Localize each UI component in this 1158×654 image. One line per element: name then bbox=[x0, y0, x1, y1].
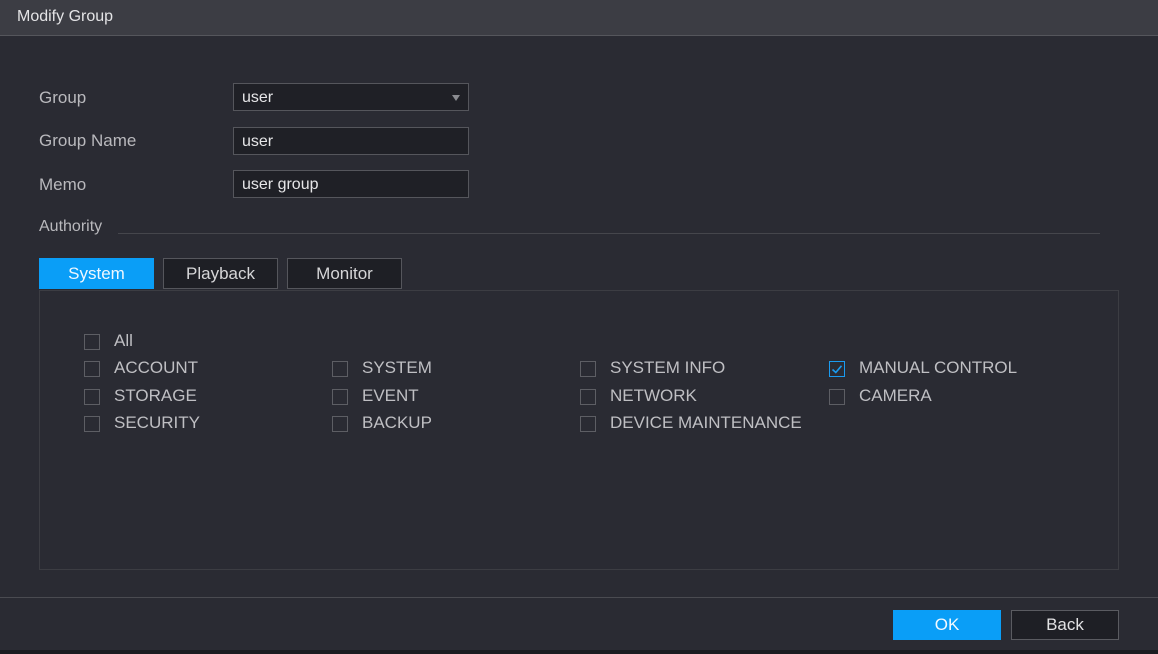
checkbox-label: NETWORK bbox=[610, 386, 697, 405]
checkbox-label: DEVICE MAINTENANCE bbox=[610, 413, 802, 432]
modify-group-dialog: Modify Group Group user Group Name user … bbox=[0, 0, 1158, 654]
checkbox-box[interactable] bbox=[84, 416, 100, 432]
ok-button[interactable]: OK bbox=[893, 610, 1001, 640]
checkbox-label: SECURITY bbox=[114, 413, 200, 432]
checkbox-label: SYSTEM bbox=[362, 358, 432, 377]
checkbox-box[interactable] bbox=[84, 389, 100, 405]
dialog-titlebar: Modify Group bbox=[0, 0, 1158, 36]
group-name-value: user bbox=[242, 133, 274, 150]
checkbox-label: All bbox=[114, 331, 133, 350]
group-name-label: Group Name bbox=[39, 131, 137, 150]
checkbox-label: SYSTEM INFO bbox=[610, 358, 726, 377]
group-name-field[interactable]: user bbox=[233, 127, 469, 155]
checkbox-box-checked[interactable] bbox=[829, 361, 845, 377]
checkbox-label: ACCOUNT bbox=[114, 358, 199, 377]
checkbox-box[interactable] bbox=[332, 361, 348, 377]
checkmark-icon bbox=[831, 365, 843, 374]
memo-value: user group bbox=[242, 176, 319, 193]
group-label: Group bbox=[39, 88, 87, 107]
group-select[interactable]: user bbox=[233, 83, 469, 111]
authority-label: Authority bbox=[39, 218, 103, 235]
checkbox-box[interactable] bbox=[84, 361, 100, 377]
checkbox-label: MANUAL CONTROL bbox=[859, 358, 1018, 377]
checkbox-label: EVENT bbox=[362, 386, 419, 405]
tab-playback[interactable]: Playback bbox=[163, 258, 278, 289]
footer-divider bbox=[0, 597, 1158, 598]
back-button[interactable]: Back bbox=[1011, 610, 1119, 640]
checkbox-box[interactable] bbox=[829, 389, 845, 405]
bottom-strip bbox=[0, 650, 1158, 654]
tab-monitor[interactable]: Monitor bbox=[287, 258, 402, 289]
checkbox-box[interactable] bbox=[332, 416, 348, 432]
dialog-title: Modify Group bbox=[17, 8, 114, 25]
checkbox-box[interactable] bbox=[84, 334, 100, 350]
checkbox-box[interactable] bbox=[580, 416, 596, 432]
group-select-value: user bbox=[242, 89, 274, 106]
checkbox-box[interactable] bbox=[580, 389, 596, 405]
permissions-panel bbox=[39, 290, 1119, 570]
chevron-down-icon bbox=[452, 95, 460, 101]
tab-system[interactable]: System bbox=[39, 258, 154, 289]
checkbox-box[interactable] bbox=[332, 389, 348, 405]
memo-field[interactable]: user group bbox=[233, 170, 469, 198]
checkbox-label: BACKUP bbox=[362, 413, 432, 432]
authority-divider bbox=[118, 233, 1100, 234]
checkbox-box[interactable] bbox=[580, 361, 596, 377]
checkbox-label: STORAGE bbox=[114, 386, 197, 405]
checkbox-label: CAMERA bbox=[859, 386, 932, 405]
memo-label: Memo bbox=[39, 175, 87, 194]
